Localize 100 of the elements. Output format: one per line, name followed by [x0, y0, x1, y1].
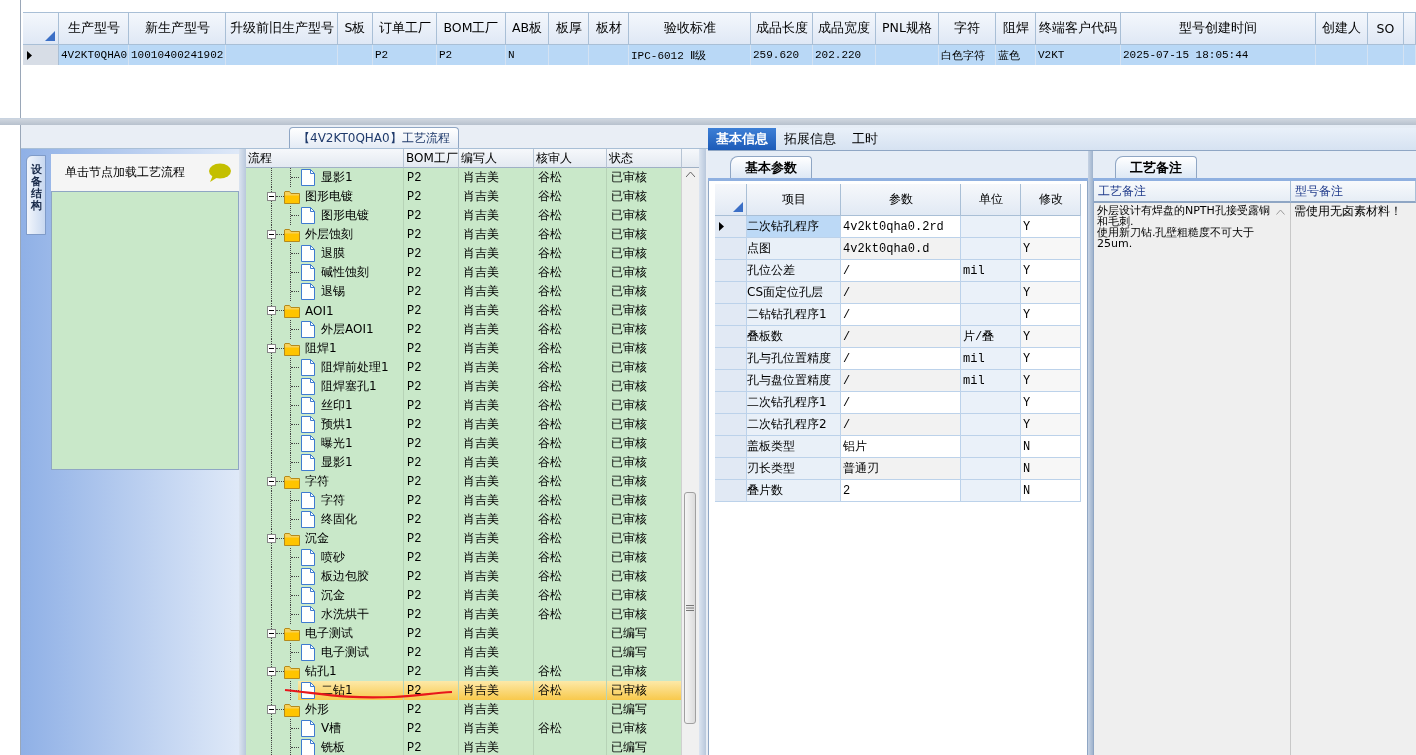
tree-node[interactable]: 二钻1 — [321, 682, 353, 699]
table-cell: / — [841, 414, 961, 436]
collapse-button[interactable] — [267, 705, 276, 714]
triangle-icon[interactable] — [45, 31, 55, 41]
tree-node[interactable]: 板边包胶 — [321, 568, 369, 585]
tree-node[interactable]: 阻焊塞孔1 — [321, 378, 377, 395]
tree-node[interactable]: 图形电镀 — [305, 188, 353, 205]
row-header[interactable] — [23, 45, 59, 65]
tree-node[interactable]: 曝光1 — [321, 435, 353, 452]
tree-node[interactable]: 电子测试 — [305, 625, 353, 642]
table-cell: 已审核 — [611, 359, 647, 376]
tab[interactable]: 拓展信息 — [776, 128, 844, 150]
collapse-button[interactable] — [267, 344, 276, 353]
column-header[interactable]: 验收标准 — [629, 12, 751, 45]
collapse-button[interactable] — [267, 477, 276, 486]
column-header[interactable]: 生产型号 — [59, 12, 129, 45]
column-header[interactable]: 升级前旧生产型号 — [226, 12, 338, 45]
tree-node[interactable]: 钻孔1 — [305, 663, 337, 680]
tree-node[interactable]: 外形 — [305, 701, 329, 718]
table-cell: 肖吉美 — [463, 226, 499, 243]
tree-node[interactable]: 退锡 — [321, 283, 345, 300]
tree-node[interactable]: 外层蚀刻 — [305, 226, 353, 243]
tree-node[interactable]: 沉金 — [321, 587, 345, 604]
side-tab[interactable]: 设备结构 — [26, 155, 46, 235]
column-header[interactable]: SO — [1368, 12, 1404, 45]
tree-node[interactable]: 阻焊前处理1 — [321, 359, 389, 376]
splitter[interactable] — [0, 119, 1416, 125]
corner-header[interactable] — [715, 184, 747, 216]
tree-node[interactable]: 阻焊1 — [305, 340, 337, 357]
panel-tab[interactable]: 工艺备注 — [1115, 156, 1197, 178]
table-cell: 已审核 — [611, 568, 647, 585]
tree-node[interactable]: 终固化 — [321, 511, 357, 528]
tree-node[interactable]: V槽 — [321, 720, 342, 737]
tree-row[interactable]: 二钻1 P2 肖吉美 谷松 已审核 — [246, 681, 682, 700]
column-header[interactable]: 终端客户代码 — [1036, 12, 1121, 45]
tree-node[interactable]: 沉金 — [305, 530, 329, 547]
column-header[interactable]: 编写人 — [459, 149, 534, 168]
tree-node[interactable]: 电子测试 — [321, 644, 369, 661]
column-header[interactable]: 流程 — [246, 149, 404, 168]
column-header[interactable]: BOM工厂 — [437, 12, 506, 45]
collapse-button[interactable] — [267, 306, 276, 315]
splitter[interactable] — [239, 149, 246, 755]
column-header[interactable]: 板材 — [589, 12, 629, 45]
tree-node[interactable]: 图形电镀 — [321, 207, 369, 224]
table-cell: 已审核 — [611, 682, 647, 699]
column-header[interactable]: 成品长度 — [751, 12, 813, 45]
column-header[interactable]: 创建人 — [1316, 12, 1368, 45]
tab[interactable]: 工时 — [844, 128, 886, 150]
document-icon — [301, 416, 315, 433]
scroll-up-icon[interactable] — [686, 171, 695, 177]
tree-node[interactable]: 水洗烘干 — [321, 606, 369, 623]
table-cell: 已编写 — [611, 644, 647, 661]
tree-node[interactable]: 铣板 — [321, 739, 345, 755]
tree-node[interactable]: AOI1 — [305, 303, 334, 318]
collapse-button[interactable] — [267, 192, 276, 201]
column-header[interactable]: PNL规格 — [876, 12, 939, 45]
collapse-button[interactable] — [267, 667, 276, 676]
tree-node[interactable]: 喷砂 — [321, 549, 345, 566]
tree-node[interactable]: 字符 — [321, 492, 345, 509]
scrollbar[interactable] — [681, 168, 699, 755]
tree-node[interactable]: 丝印1 — [321, 397, 353, 414]
panel-title-tab[interactable]: 【4V2KT0QHA0】工艺流程 — [289, 127, 459, 148]
column-header[interactable]: 状态 — [607, 149, 682, 168]
column-header[interactable]: BOM工厂 — [404, 149, 459, 168]
column-header[interactable]: 核审人 — [534, 149, 607, 168]
column-header[interactable]: 成品宽度 — [813, 12, 876, 45]
column-header[interactable]: S板 — [338, 12, 373, 45]
note-text: 外层设计有焊盘的NPTH孔接受露铜和毛刺. — [1097, 205, 1271, 227]
row-header[interactable] — [715, 216, 747, 238]
triangle-icon[interactable] — [733, 202, 743, 212]
tree-node[interactable]: 退膜 — [321, 245, 345, 262]
panel-tab[interactable]: 基本参数 — [730, 156, 812, 178]
splitter[interactable] — [1088, 151, 1093, 755]
scrollbar-thumb[interactable] — [684, 492, 697, 724]
scroll-up-icon[interactable] — [1275, 209, 1285, 215]
tree-node[interactable]: 碱性蚀刻 — [321, 264, 369, 281]
column-header[interactable]: 修改 — [1021, 184, 1081, 216]
table-cell: / — [841, 326, 961, 348]
table-cell: 已编写 — [611, 701, 647, 718]
table-cell: 肖吉美 — [463, 340, 499, 357]
column-header[interactable]: 型号创建时间 — [1121, 12, 1316, 45]
column-header[interactable]: 阻焊 — [996, 12, 1036, 45]
column-header[interactable]: 板厚 — [549, 12, 589, 45]
tree-node[interactable]: 显影1 — [321, 454, 353, 471]
collapse-button[interactable] — [267, 230, 276, 239]
tree-node[interactable]: 预烘1 — [321, 416, 353, 433]
tree-node[interactable]: 显影1 — [321, 169, 353, 186]
column-header[interactable]: 单位 — [961, 184, 1021, 216]
column-header[interactable]: 字符 — [939, 12, 996, 45]
tab[interactable]: 基本信息 — [708, 128, 776, 150]
column-header[interactable]: 项目 — [747, 184, 841, 216]
column-header[interactable]: 新生产型号 — [129, 12, 226, 45]
table-cell: 片/叠 — [961, 326, 1021, 348]
column-header[interactable]: 订单工厂 — [373, 12, 437, 45]
collapse-button[interactable] — [267, 629, 276, 638]
tree-node[interactable]: 字符 — [305, 473, 329, 490]
column-header[interactable]: AB板 — [506, 12, 549, 45]
tree-node[interactable]: 外层AOI1 — [321, 321, 374, 338]
collapse-button[interactable] — [267, 534, 276, 543]
column-header[interactable]: 参数 — [841, 184, 961, 216]
